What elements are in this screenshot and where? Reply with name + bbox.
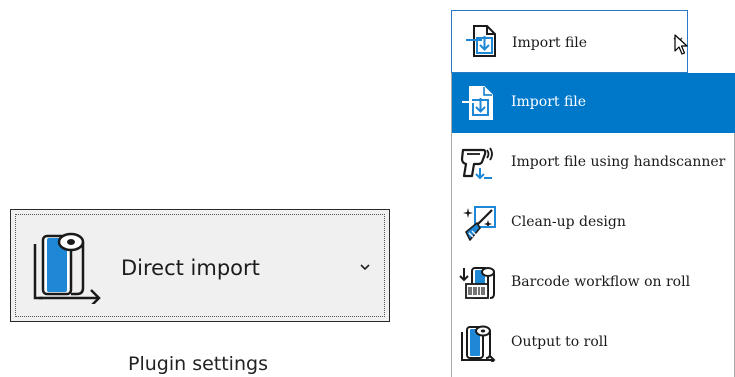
menu-item-import-file-handscanner[interactable]: Import file using handscanner	[452, 133, 735, 193]
direct-import-label: Direct import	[121, 256, 260, 280]
roll-output-icon	[461, 325, 496, 362]
direct-import-button[interactable]: Direct import	[10, 209, 390, 322]
menu-item-label: Output to roll	[511, 334, 608, 350]
import-dropdown-menu: Import file Import file using handscanne…	[451, 73, 735, 377]
menu-item-output-to-roll[interactable]: Output to roll	[452, 313, 735, 373]
clean-up-brush-icon	[463, 206, 496, 241]
chevron-down-icon[interactable]	[359, 262, 371, 272]
handscanner-icon	[460, 147, 493, 180]
menu-item-label: Import file	[511, 94, 587, 110]
menu-item-label: Clean-up design	[511, 214, 626, 230]
import-dropdown-selected-label: Import file	[512, 35, 588, 51]
roll-output-icon	[33, 232, 101, 304]
menu-item-clean-up-design[interactable]: Clean-up design	[452, 193, 735, 253]
import-dropdown[interactable]: Import file	[451, 10, 688, 73]
mouse-pointer-icon	[674, 34, 688, 55]
menu-item-import-file[interactable]: Import file	[452, 73, 735, 133]
import-file-icon	[462, 86, 493, 120]
menu-item-label: Import file using handscanner	[511, 154, 726, 170]
menu-item-label: Barcode workflow on roll	[511, 274, 691, 290]
import-file-icon	[466, 25, 496, 57]
plugin-settings-caption: Plugin settings	[128, 353, 268, 375]
menu-item-barcode-workflow-roll[interactable]: Barcode workflow on roll	[452, 253, 735, 313]
barcode-roll-icon	[459, 267, 495, 299]
